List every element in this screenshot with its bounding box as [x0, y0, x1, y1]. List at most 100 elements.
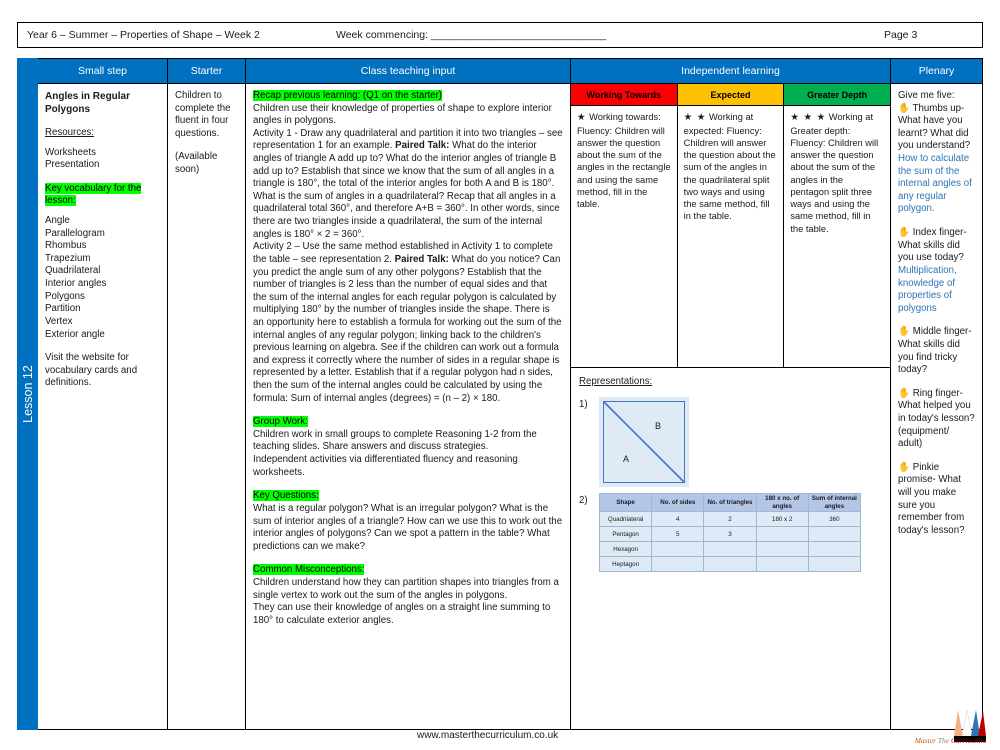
plenary-item-index-finger: ✋ Index finger- What skills did you use … [898, 227, 975, 315]
cell-shape: Pentagon [598, 526, 653, 542]
starter-availability: (Available soon) [175, 151, 218, 176]
brand-logo: Master The Curriculum [914, 708, 988, 748]
plenary-intro: Give me five: [898, 90, 955, 101]
plenary-answer: Multiplication, knowledge of properties … [898, 264, 957, 314]
logo-word-the: The [937, 736, 950, 745]
column-class-teaching-input: Class teaching input Recap previous lear… [246, 59, 571, 729]
key-vocabulary-heading: Key vocabulary for the lesson: [45, 182, 142, 207]
column-starter: Starter Children to complete the fluent … [168, 59, 246, 729]
cell-shape: Hexagon [598, 541, 653, 557]
table-row: Heptagon [598, 556, 862, 572]
quadrilateral-diagram: A B [599, 397, 689, 487]
th-180-times-no-of-angles: 180 x no. of angles [755, 493, 809, 512]
differentiation-body-row: ★ Working towards: Fluency: Children wil… [571, 106, 890, 368]
representations-section: Representations: 1) A B 2) Shape No. of … [571, 368, 890, 729]
plenary-answer: How to calculate the sum of the internal… [898, 153, 972, 215]
independent-learning-content: Working Towards Expected Greater Depth ★… [571, 84, 891, 729]
table-row: Hexagon [598, 541, 862, 557]
badge-label: Expected [710, 89, 751, 100]
task-body: Fluency: Children will answer the questi… [790, 137, 879, 234]
table-row: Quadrilateral 4 2 180 x 2 360 [598, 511, 862, 527]
differentiation-header-row: Working Towards Expected Greater Depth [571, 84, 891, 106]
polygon-angles-table: Shape No. of sides No. of triangles 180 … [598, 493, 862, 572]
triangle-label-b: B [655, 421, 662, 431]
plenary-item-thumbs-up: ✋ Thumbs up- What have you learnt? What … [898, 103, 975, 216]
key-questions-heading: Key Questions: [253, 490, 319, 502]
document-title: Year 6 – Summer – Properties of Shape – … [27, 29, 260, 41]
logo-word-curriculum: Curriculum [950, 736, 986, 745]
column-header-small-step: Small step [38, 59, 167, 84]
cell-triangles: 2 [703, 511, 757, 527]
badge-working-towards: Working Towards [571, 84, 678, 105]
representation-1-number: 1) [579, 399, 588, 410]
hand-icon: ✋ [898, 227, 911, 239]
column-header-plenary: Plenary [891, 59, 982, 84]
th-sum-of-internal-angles: Sum of internal angles [807, 493, 862, 512]
starter-text: Children to complete the fluent in four … [175, 90, 231, 139]
hand-icon: ✋ [898, 326, 911, 338]
task-expected: ★ ★ Working at expected: Fluency: Childr… [678, 106, 785, 367]
teaching-content: Recap previous learning: (Q1 on the star… [246, 84, 570, 729]
recap-heading: Recap previous learning: (Q1 on the star… [253, 90, 443, 101]
badge-expected: Expected [677, 84, 785, 105]
cell-shape: Heptagon [598, 556, 653, 572]
cell-calc [755, 556, 809, 572]
hand-icon: ✋ [898, 461, 911, 473]
representation-2: 2) Shape No. of sides No. of triangles 1… [579, 493, 882, 572]
cell-calc [755, 526, 809, 542]
column-header-teaching: Class teaching input [246, 59, 570, 84]
plenary-question: Ring finger- What helped you in today's … [898, 387, 975, 450]
common-misconceptions-heading: Common Misconceptions: [253, 564, 365, 576]
th-no-of-sides: No. of sides [651, 493, 705, 512]
triangle-label-a: A [623, 454, 630, 464]
table-header-row: Shape No. of sides No. of triangles 180 … [598, 493, 862, 512]
badge-label: Working Towards [586, 89, 662, 100]
logo-wordmark: Master The Curriculum [915, 736, 986, 745]
key-vocabulary-list: Angle Parallelogram Rhombus Trapezium Qu… [45, 215, 107, 340]
common-misconceptions-body: Children understand how they can partiti… [253, 576, 559, 626]
plenary-item-ring-finger: ✋ Ring finger- What helped you in today'… [898, 388, 975, 451]
cell-sum [807, 556, 862, 572]
task-working-towards: ★ Working towards: Fluency: Children wil… [571, 106, 678, 367]
week-commencing-field: Week commencing: _______________________… [336, 29, 607, 41]
cell-sum [807, 526, 862, 542]
hand-icon: ✋ [898, 102, 911, 114]
diagonal-line-icon [603, 401, 685, 483]
th-shape: Shape [598, 493, 653, 512]
table-row: Pentagon 5 3 [598, 526, 862, 542]
cell-sides [651, 556, 705, 572]
cell-sum: 360 [807, 511, 862, 527]
activity-2-paragraph: Activity 2 – Use the same method establi… [253, 241, 562, 404]
lesson-plan-table: Lesson 12 Small step Angles in Regular P… [17, 58, 983, 730]
footer-website-url: www.masterthecurriculum.co.uk [417, 730, 559, 741]
small-step-title: Angles in Regular Polygons [45, 91, 131, 115]
plenary-content: Give me five: ✋ Thumbs up- What have you… [891, 84, 982, 729]
column-independent-learning: Independent learning Working Towards Exp… [571, 59, 891, 729]
task-greater-depth: ★ ★ ★ Working at Greater depth: Fluency:… [784, 106, 890, 367]
cell-calc [755, 541, 809, 557]
key-questions-body: What is a regular polygon? What is an ir… [253, 502, 563, 552]
column-header-independent: Independent learning [571, 59, 890, 84]
task-heading: Working towards: [589, 112, 661, 122]
column-plenary: Plenary Give me five: ✋ Thumbs up- What … [891, 59, 982, 729]
group-work-heading: Group Work: [253, 416, 308, 428]
star-icon: ★ ★ [683, 112, 707, 123]
lesson-number-spine: Lesson 12 [17, 58, 38, 730]
recap-body: Children use their knowledge of properti… [253, 102, 552, 127]
group-work-body: Children work in small groups to complet… [253, 428, 537, 478]
page-number: Page 3 [884, 29, 918, 41]
task-body: Fluency: Children will answer the questi… [683, 125, 776, 222]
cell-triangles: 3 [703, 526, 757, 542]
representation-1: 1) A B [579, 397, 882, 487]
plenary-item-pinkie-promise: ✋ Pinkie promise- What will you make sur… [898, 462, 975, 538]
plenary-item-middle-finger: ✋ Middle finger- What skills did you fin… [898, 326, 975, 376]
cell-sides [651, 541, 705, 557]
cell-sum [807, 541, 862, 557]
representation-2-number: 2) [579, 495, 588, 506]
resources-list: Worksheets Presentation [45, 146, 100, 171]
page-header-bar: Year 6 – Summer – Properties of Shape – … [17, 22, 983, 48]
website-note: Visit the website for vocabulary cards a… [45, 352, 138, 389]
cell-sides: 4 [651, 511, 705, 527]
cell-shape: Quadrilateral [598, 511, 653, 527]
small-step-content: Angles in Regular Polygons Resources: Wo… [38, 84, 167, 729]
